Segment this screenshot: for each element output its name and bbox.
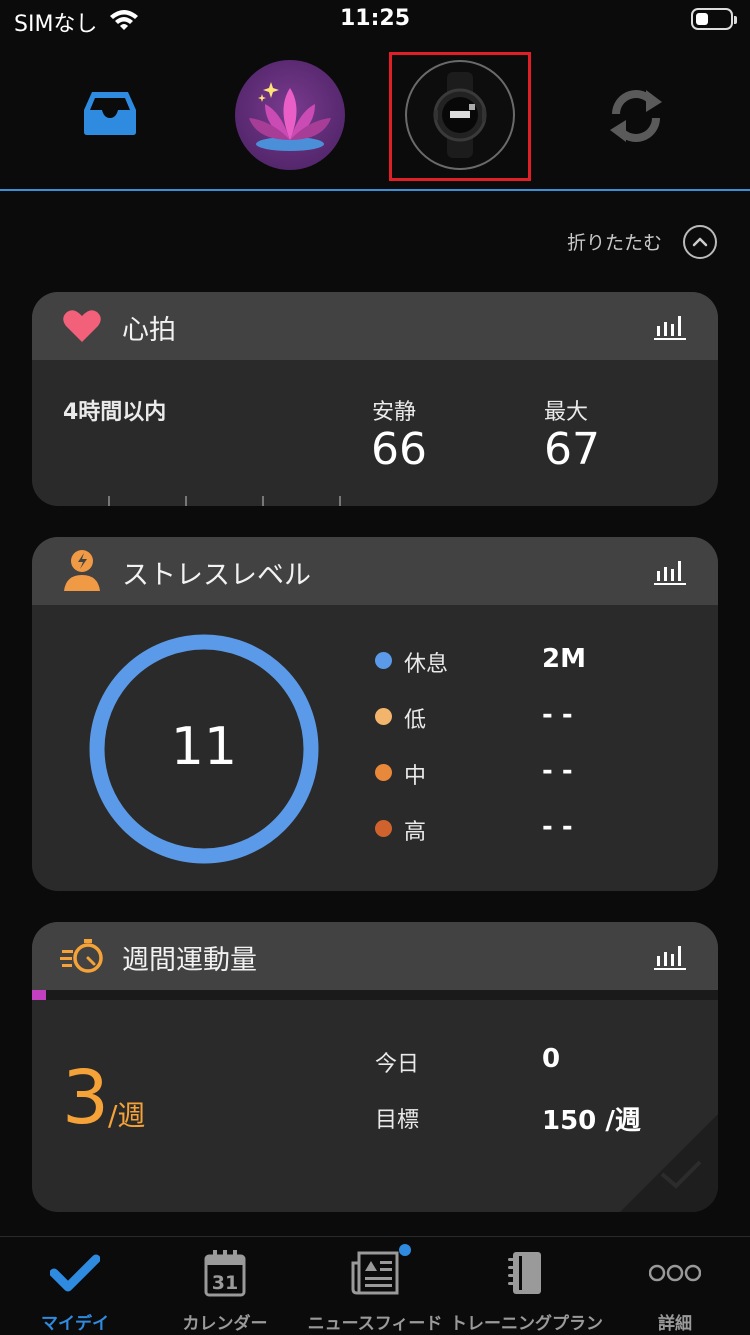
collapse-label[interactable]: 折りたたむ <box>567 228 662 255</box>
period-label: 4時間以内 <box>63 400 167 425</box>
nav-calendar[interactable]: 31 カレンダー <box>150 1237 300 1335</box>
top-divider <box>0 189 750 191</box>
legend-value: 2M <box>542 644 586 674</box>
more-dots-icon <box>649 1264 701 1282</box>
max-label: 最大 <box>544 400 589 425</box>
weekly-unit: /週 <box>108 1099 146 1132</box>
legend-dot <box>375 652 392 669</box>
nav-training-plan[interactable]: トレーニングプラン <box>450 1237 603 1335</box>
legend-value: - - <box>542 812 573 842</box>
calendar-day: 31 <box>212 1272 238 1294</box>
axis-tick <box>339 496 341 506</box>
status-bar: SIMなし 11:25 <box>0 0 750 42</box>
nav-newsfeed[interactable]: ニュースフィード <box>300 1237 450 1335</box>
nav-label: トレーニングプラン <box>450 1314 603 1334</box>
legend-label: 高 <box>404 820 427 845</box>
legend-value: - - <box>542 756 573 786</box>
watch-device-icon[interactable] <box>405 60 515 170</box>
notebook-icon <box>508 1252 541 1294</box>
legend-dot <box>375 820 392 837</box>
card-header: 心拍 <box>32 292 718 360</box>
clock: 11:25 <box>339 6 411 31</box>
legend-label: 休息 <box>404 652 449 677</box>
newsfeed-icon <box>351 1251 399 1295</box>
stress-person-icon <box>64 550 100 591</box>
goal-label: 目標 <box>375 1108 420 1133</box>
check-icon <box>50 1254 100 1292</box>
bottom-nav: マイデイ 31 カレンダー ニュースフィード トレーニングプラン 詳細 <box>0 1236 750 1335</box>
resting-label: 安静 <box>372 400 417 425</box>
max-value: 67 <box>544 424 600 475</box>
card-corner-fold <box>620 1114 718 1212</box>
heart-rate-card[interactable]: 心拍 4時間以内 安静 66 最大 67 <box>32 292 718 506</box>
weekly-progress-fill <box>32 990 46 1000</box>
axis-tick <box>108 496 110 506</box>
intensity-minutes-card[interactable]: 週間運動量 3 /週 今日 0 目標 150 /週 <box>32 922 718 1212</box>
calendar-icon: 31 <box>204 1250 246 1297</box>
today-label: 今日 <box>375 1052 420 1077</box>
legend-dot <box>375 708 392 725</box>
card-header: ストレスレベル <box>32 537 718 605</box>
sync-icon[interactable] <box>606 88 666 144</box>
card-title: 週間運動量 <box>122 945 257 976</box>
nav-label: カレンダー <box>182 1314 268 1334</box>
legend-label: 中 <box>404 764 427 789</box>
nav-label: マイデイ <box>41 1314 109 1334</box>
chevron-up-icon <box>692 237 708 247</box>
stopwatch-icon <box>60 939 103 973</box>
axis-tick <box>185 496 187 506</box>
stress-card[interactable]: ストレスレベル 11 休息 2M 低 - - 中 - - 高 - - <box>32 537 718 891</box>
bar-chart-icon[interactable] <box>654 944 686 970</box>
weekly-progress-track <box>32 990 718 1000</box>
bar-chart-icon[interactable] <box>654 314 686 340</box>
heart-icon <box>63 310 101 342</box>
legend-label: 低 <box>404 708 427 733</box>
battery-icon <box>691 8 737 30</box>
notification-badge <box>399 1244 411 1256</box>
lotus-avatar-icon[interactable] <box>235 60 345 170</box>
axis-tick <box>262 496 264 506</box>
nav-label: ニュースフィード <box>307 1314 443 1334</box>
legend-dot <box>375 764 392 781</box>
collapse-button[interactable] <box>683 225 717 259</box>
today-value: 0 <box>542 1044 561 1074</box>
inbox-icon[interactable] <box>82 90 138 136</box>
stress-score: 11 <box>170 717 238 777</box>
card-header: 週間運動量 <box>32 922 718 990</box>
nav-more[interactable]: 詳細 <box>600 1237 750 1335</box>
resting-value: 66 <box>371 424 427 475</box>
device-top-bar <box>0 42 750 190</box>
nav-my-day[interactable]: マイデイ <box>0 1237 150 1335</box>
bar-chart-icon[interactable] <box>654 559 686 585</box>
card-title: 心拍 <box>122 315 176 346</box>
weekly-value: 3 <box>62 1055 110 1141</box>
legend-value: - - <box>542 700 573 730</box>
nav-label: 詳細 <box>658 1314 692 1334</box>
card-title: ストレスレベル <box>122 560 311 591</box>
